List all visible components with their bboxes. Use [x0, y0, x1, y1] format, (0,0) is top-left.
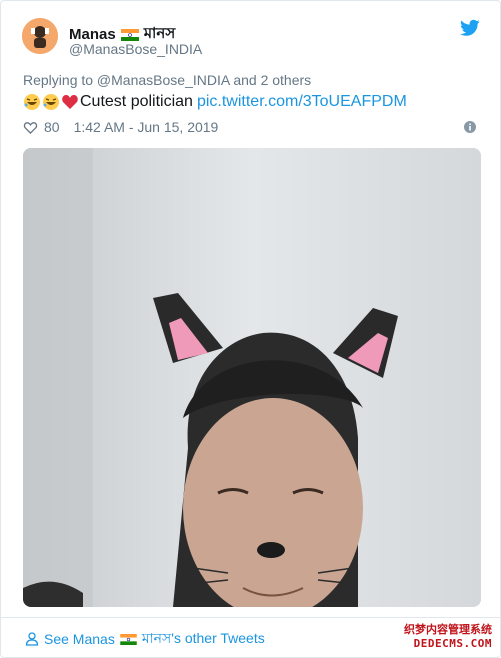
tweet-meta: 80 1:42 AM - Jun 15, 2019: [23, 119, 218, 135]
info-icon[interactable]: [464, 121, 476, 133]
timestamp[interactable]: 1:42 AM - Jun 15, 2019: [74, 119, 219, 135]
watermark-line2: DEDECMS.COM: [413, 637, 492, 650]
rolling-laughing-emoji: [24, 94, 40, 110]
tweet-card: Manas মানস @ManasBose_INDIA Replying to …: [0, 0, 501, 658]
twitter-bird-icon[interactable]: [460, 19, 480, 37]
tweet-photo[interactable]: [23, 148, 481, 607]
handle[interactable]: @ManasBose_INDIA: [69, 41, 202, 57]
tweet-media-link[interactable]: pic.twitter.com/3ToUEAFPDM: [197, 93, 407, 111]
footer-divider: [1, 617, 500, 618]
see-other-tweets-link[interactable]: See Manas মানস's other Tweets: [25, 627, 265, 651]
red-heart-emoji: [62, 95, 78, 109]
person-icon: [25, 632, 39, 646]
other-tweets-label[interactable]: মানস's other Tweets: [142, 627, 265, 651]
reply-context[interactable]: Replying to @ManasBose_INDIA and 2 other…: [23, 72, 311, 88]
tweet-text: Cutest politician pic.twitter.com/3ToUEA…: [23, 93, 407, 111]
heart-icon[interactable]: [23, 120, 38, 135]
photo-cat-filter-image: [23, 148, 481, 607]
watermark-line1: 织梦内容管理系统: [404, 623, 492, 636]
see-label[interactable]: See Manas: [44, 631, 115, 647]
avatar[interactable]: [22, 18, 58, 54]
like-count[interactable]: 80: [44, 119, 60, 135]
watermark: 织梦内容管理系统 DEDECMS.COM: [384, 621, 492, 655]
tweet-text-content: Cutest politician: [80, 93, 193, 110]
avatar-image: [22, 18, 58, 54]
rolling-laughing-emoji: [43, 94, 59, 110]
india-flag-icon: [120, 633, 137, 645]
india-flag-icon: [120, 28, 139, 41]
